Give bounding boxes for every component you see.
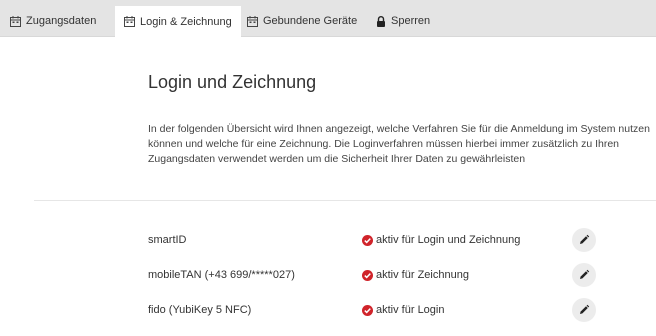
check-icon xyxy=(362,234,373,246)
tab-sperren[interactable]: Sperren xyxy=(376,6,430,36)
check-icon xyxy=(362,269,373,281)
tab-bar: Zugangsdaten Login & Zeichnung Gebundene… xyxy=(0,0,656,37)
lock-icon xyxy=(376,15,386,27)
tab-label: Login & Zeichnung xyxy=(140,15,232,28)
calendar-icon xyxy=(247,15,258,27)
tab-label: Gebundene Geräte xyxy=(263,15,358,27)
method-status-label: aktiv für Login und Zeichnung xyxy=(376,234,521,246)
edit-button[interactable] xyxy=(572,263,596,287)
pencil-icon xyxy=(580,269,590,279)
tab-label: Sperren xyxy=(391,15,431,27)
pencil-icon xyxy=(580,234,590,244)
method-status-label: aktiv für Login xyxy=(376,304,445,316)
divider xyxy=(34,200,656,201)
pencil-icon xyxy=(580,304,590,314)
calendar-icon xyxy=(124,16,135,27)
check-icon xyxy=(362,304,373,316)
tab-login-zeichnung[interactable]: Login & Zeichnung xyxy=(115,6,241,37)
page-title: Login und Zeichnung xyxy=(148,72,317,92)
method-status: aktiv für Login xyxy=(362,304,444,316)
method-name: fido (YubiKey 5 NFC) xyxy=(148,304,252,316)
calendar-icon xyxy=(10,15,21,27)
method-row: smartID aktiv für Login und Zeichnung xyxy=(0,226,656,256)
method-status-label: aktiv für Zeichnung xyxy=(376,269,469,281)
tab-label: Zugangsdaten xyxy=(26,15,97,27)
method-row: mobileTAN (+43 699/*****027) aktiv für Z… xyxy=(0,261,656,291)
method-name: mobileTAN (+43 699/*****027) xyxy=(148,269,295,281)
page-description: In der folgenden Übersicht wird Ihnen an… xyxy=(148,123,650,165)
method-status: aktiv für Zeichnung xyxy=(362,269,469,281)
method-name: smartID xyxy=(148,234,187,246)
edit-button[interactable] xyxy=(572,298,596,322)
method-status: aktiv für Login und Zeichnung xyxy=(362,234,520,246)
edit-button[interactable] xyxy=(572,228,596,252)
tab-zugangsdaten[interactable]: Zugangsdaten xyxy=(10,6,96,36)
method-row: fido (YubiKey 5 NFC) aktiv für Login xyxy=(0,296,656,326)
tab-gebundene-geraete[interactable]: Gebundene Geräte xyxy=(247,6,357,36)
